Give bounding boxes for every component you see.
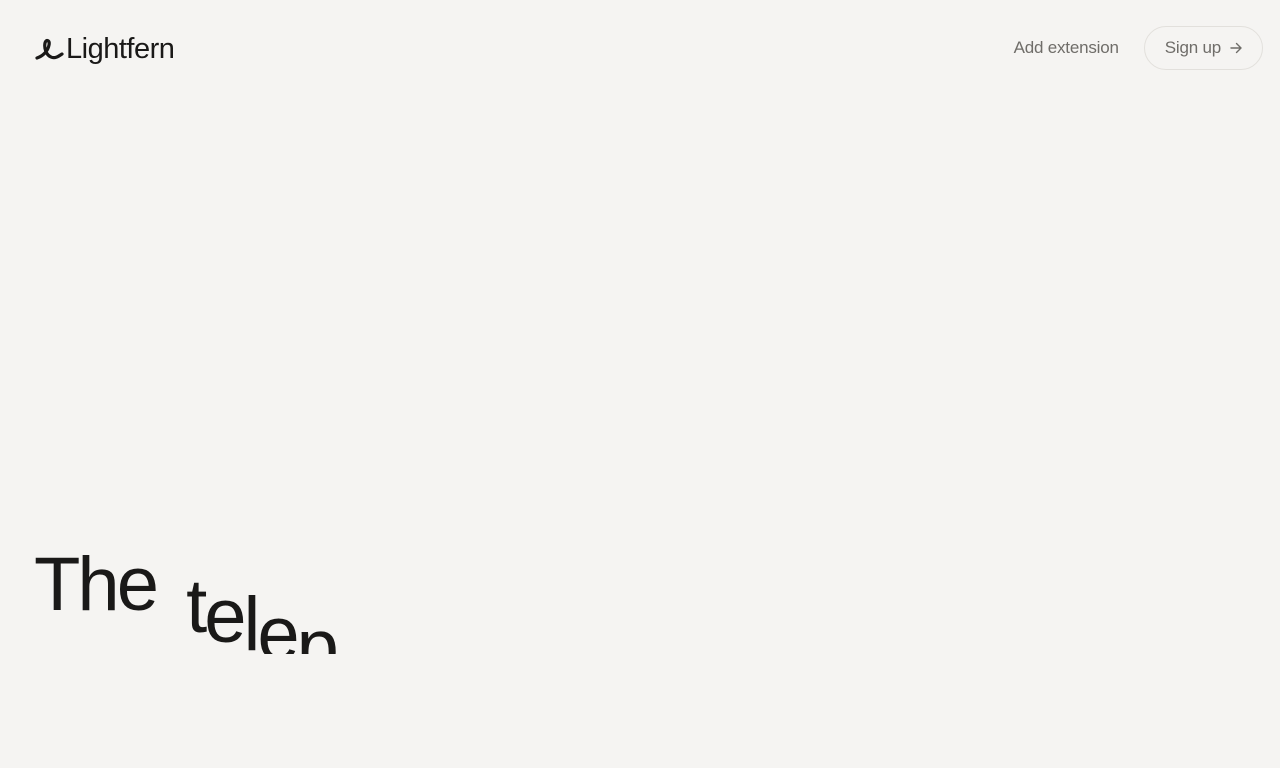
site-header: Lightfern Add extension Sign up [0, 0, 1280, 96]
brand-name: Lightfern [66, 33, 175, 65]
add-extension-link[interactable]: Add extension [1014, 38, 1119, 58]
hero-char: e [204, 574, 246, 654]
hero-word-the: The [34, 542, 159, 627]
top-nav: Add extension Sign up [1014, 26, 1263, 70]
hero-char: t [186, 564, 207, 649]
hero-char: l [243, 582, 261, 654]
sign-up-button[interactable]: Sign up [1143, 26, 1263, 70]
hero-char: e [257, 592, 299, 654]
hero-word-telep: telep [186, 540, 339, 654]
hero-char: p [296, 604, 339, 654]
hero-headline: The telep [34, 540, 339, 654]
brand-logo[interactable]: Lightfern [34, 32, 175, 66]
arrow-right-icon [1230, 42, 1242, 54]
loop-leaf-icon [35, 38, 64, 60]
hero-heading: The telep [34, 540, 734, 654]
page: Lightfern Add extension Sign up The tele… [0, 0, 1280, 768]
sign-up-label: Sign up [1164, 38, 1221, 57]
